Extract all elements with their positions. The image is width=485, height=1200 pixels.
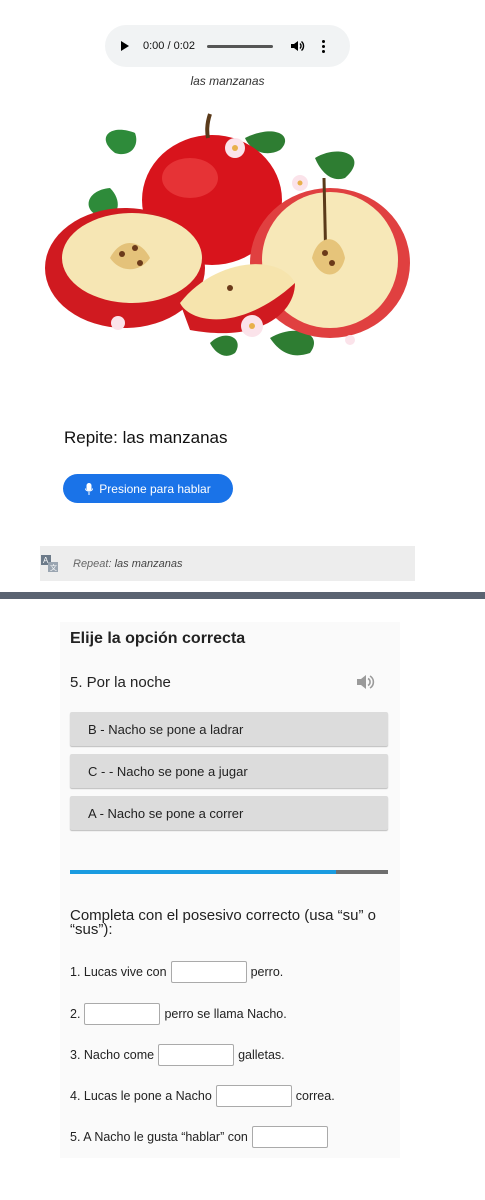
answer-input[interactable] (170, 961, 247, 983)
audio-progress-slider[interactable] (207, 44, 273, 48)
press-to-speak-button[interactable]: Presione para hablar (63, 474, 233, 503)
line-text-after: perro se llama Nacho. (164, 1007, 287, 1021)
exercise-line: 1. Lucas vive con perro. (70, 961, 283, 983)
answer-input[interactable] (215, 1085, 292, 1107)
repeat-prompt: Repite: las manzanas (64, 428, 228, 447)
translation-value: las manzanas (114, 557, 183, 570)
exercise-line: 4. Lucas le pone a Nacho correa. (70, 1085, 335, 1107)
translate-icon[interactable]: A文 (41, 555, 58, 572)
progress-bar-fill (70, 870, 336, 874)
audio-player[interactable]: 0:00 / 0:02 (105, 25, 350, 67)
speaker-icon[interactable] (357, 674, 375, 690)
exercise-instructions: Completa con el posesivo correcto (usa “… (70, 907, 376, 938)
line-text-before: 2. (70, 1007, 81, 1021)
progress-bar-track (336, 870, 388, 874)
answer-input[interactable] (251, 1126, 328, 1148)
translation-bar: A文 Repeat: las manzanas (40, 546, 415, 581)
answer-option-c[interactable]: C - - Nacho se pone a jugar (70, 754, 388, 788)
line-text-after: correa. (295, 1089, 335, 1103)
exercise-line: 3. Nacho come galletas. (70, 1044, 285, 1066)
section-divider (0, 592, 485, 599)
audio-time: 0:00 / 0:02 (143, 40, 195, 52)
quiz-panel (60, 622, 400, 1158)
line-text-before: 1. Lucas vive con (70, 965, 167, 979)
translation-text: Repeat: las manzanas (73, 558, 182, 570)
more-vert-icon[interactable] (321, 39, 325, 53)
answer-input[interactable] (158, 1044, 235, 1066)
apples-image (45, 113, 410, 356)
line-text-before: 5. A Nacho le gusta “hablar” con (70, 1130, 248, 1144)
line-text-before: 3. Nacho come (70, 1048, 155, 1062)
answer-option-b[interactable]: B - Nacho se pone a ladrar (70, 712, 388, 746)
line-text-after: galletas. (238, 1048, 285, 1062)
microphone-icon (85, 482, 94, 495)
play-icon[interactable] (121, 41, 129, 51)
translation-label: Repeat: (73, 557, 112, 570)
volume-icon[interactable] (291, 40, 305, 52)
answer-option-a[interactable]: A - Nacho se pone a correr (70, 796, 388, 830)
audio-caption: las manzanas (190, 74, 265, 88)
quiz-title: Elije la opción correcta (70, 630, 246, 647)
exercise-line: 5. A Nacho le gusta “hablar” con (70, 1126, 332, 1148)
exercise-line: 2. perro se llama Nacho. (70, 1003, 287, 1025)
line-text-after: perro. (250, 965, 284, 979)
press-to-speak-label: Presione para hablar (99, 481, 211, 496)
answer-input[interactable] (84, 1003, 161, 1025)
question-text: 5. Por la noche (70, 674, 171, 691)
svg-text:文: 文 (50, 563, 57, 572)
line-text-before: 4. Lucas le pone a Nacho (70, 1089, 212, 1103)
